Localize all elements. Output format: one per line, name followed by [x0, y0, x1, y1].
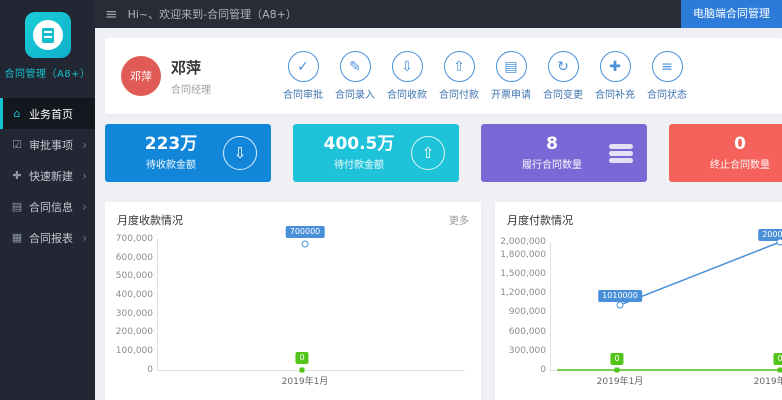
- contract-pay-icon: ⇧: [444, 51, 475, 82]
- sidebar-menu: ⌂ 业务首页 ☑ 审批事项 › ✚ 快速新建 › ▤ 合同信息 › ▦ 合同报表: [0, 98, 95, 253]
- contract-entry-icon: ✎: [340, 51, 371, 82]
- chart-title: 月度收款情况: [117, 212, 183, 228]
- stack-icon: [609, 144, 633, 163]
- contract-approve-icon: ✓: [288, 51, 319, 82]
- stat-card-terminated-contracts: 0 终止合同数量: [669, 124, 782, 182]
- x-axis-label: 2019年1月: [597, 374, 644, 387]
- stat-card-pending-payable: 400.5万 待付款金额 ⇧: [293, 124, 459, 182]
- data-point-label: 0: [773, 353, 782, 365]
- y-tick: 700,000: [111, 234, 153, 244]
- desktop-contract-management-tab[interactable]: 电脑端合同管理: [681, 0, 782, 28]
- charts-row: 月度收款情况 更多 700,000 600,000 500,000 400,00…: [105, 202, 782, 400]
- monthly-payments-chart: 月度付款情况 更多 2,000,000 1,800,000 1,500,000 …: [495, 202, 782, 400]
- action-contract-entry[interactable]: ✎ 合同录入: [329, 51, 381, 101]
- quick-actions: ✓ 合同审批 ✎ 合同录入 ⇩ 合同收款 ⇧ 合同付款: [277, 51, 693, 101]
- app-logo-icon: [25, 12, 71, 58]
- receive-circle-icon: ⇩: [223, 136, 257, 170]
- greeting-text: Hi~、欢迎来到-合同管理（A8+）: [128, 6, 297, 22]
- x-axis-label: 2019年2月: [754, 374, 782, 387]
- sidebar-item-label: 合同报表: [29, 230, 82, 246]
- y-tick: 600,000: [111, 253, 153, 263]
- action-contract-receive[interactable]: ⇩ 合同收款: [381, 51, 433, 101]
- user-role: 合同经理: [171, 81, 249, 96]
- data-point-marker: [777, 239, 782, 246]
- sidebar-item-contract-reports[interactable]: ▦ 合同报表 ›: [0, 222, 95, 253]
- app-logo: 合同管理（A8+）: [0, 0, 95, 86]
- plus-icon: ✚: [10, 169, 24, 182]
- stats-row: 223万 待收款金额 ⇩ 400.5万 待付款金额 ⇧ 8 履行合同数量: [105, 124, 782, 182]
- home-icon: ⌂: [10, 107, 24, 120]
- user-name: 邓萍: [171, 57, 249, 78]
- data-point-label: 0: [295, 352, 308, 364]
- app-logo-label: 合同管理（A8+）: [0, 65, 95, 80]
- data-point-marker: [300, 368, 305, 373]
- sidebar-item-label: 合同信息: [29, 199, 82, 215]
- sidebar-item-contract-info[interactable]: ▤ 合同信息 ›: [0, 191, 95, 222]
- main-area: ≡ Hi~、欢迎来到-合同管理（A8+） 电脑端合同管理 邓萍 邓萍 合同经理 …: [95, 0, 782, 400]
- more-link[interactable]: 更多: [449, 212, 469, 227]
- avatar: 邓萍: [121, 56, 161, 96]
- stat-value: 400.5万: [307, 135, 411, 154]
- data-point-marker: [615, 368, 620, 373]
- chevron-right-icon: ›: [82, 138, 87, 152]
- stat-label: 待收款金额: [119, 156, 223, 171]
- monthly-receipts-chart: 月度收款情况 更多 700,000 600,000 500,000 400,00…: [105, 202, 481, 400]
- action-contract-supplement[interactable]: ✚ 合同补充: [589, 51, 641, 101]
- stat-label: 终止合同数量: [683, 156, 782, 171]
- pay-circle-icon: ⇧: [411, 136, 445, 170]
- data-point-marker: [617, 302, 624, 309]
- y-tick: 400,000: [111, 290, 153, 300]
- hamburger-menu-icon[interactable]: ≡: [95, 5, 128, 23]
- chevron-right-icon: ›: [82, 169, 87, 183]
- sidebar-item-quick-create[interactable]: ✚ 快速新建 ›: [0, 160, 95, 191]
- action-contract-pay[interactable]: ⇧ 合同付款: [433, 51, 485, 101]
- contract-status-icon: ≡: [652, 51, 683, 82]
- data-point-label: 0: [610, 353, 623, 365]
- y-tick: 500,000: [111, 271, 153, 281]
- stat-card-pending-receivable: 223万 待收款金额 ⇩: [105, 124, 271, 182]
- approval-icon: ☑: [10, 138, 24, 151]
- contract-change-icon: ↻: [548, 51, 579, 82]
- data-point-marker: [302, 241, 309, 248]
- action-invoice-request[interactable]: ▤ 开票申请: [485, 51, 537, 101]
- sidebar-item-label: 快速新建: [29, 168, 82, 184]
- stat-label: 待付款金额: [307, 156, 411, 171]
- sidebar-item-label: 业务首页: [29, 106, 87, 122]
- data-point-label: 1010000: [598, 290, 642, 302]
- sidebar-item-business-home[interactable]: ⌂ 业务首页: [0, 98, 95, 129]
- invoice-request-icon: ▤: [496, 51, 527, 82]
- stat-card-active-contracts: 8 履行合同数量: [481, 124, 647, 182]
- y-tick: 0: [111, 365, 153, 375]
- stat-label: 履行合同数量: [495, 156, 609, 171]
- contract-supplement-icon: ✚: [600, 51, 631, 82]
- contract-doc-icon: [42, 28, 54, 43]
- sidebar-item-approvals[interactable]: ☑ 审批事项 ›: [0, 129, 95, 160]
- chevron-right-icon: ›: [82, 231, 87, 245]
- user-card: 邓萍 邓萍 合同经理 ✓ 合同审批 ✎ 合同录入 ⇩: [105, 38, 782, 114]
- x-axis-line: [157, 370, 465, 371]
- report-icon: ▦: [10, 231, 24, 244]
- x-axis-label: 2019年1月: [282, 374, 329, 387]
- y-tick: 100,000: [111, 346, 153, 356]
- stat-value: 0: [683, 135, 782, 154]
- action-contract-status[interactable]: ≡ 合同状态: [641, 51, 693, 101]
- dashboard-content: 邓萍 邓萍 合同经理 ✓ 合同审批 ✎ 合同录入 ⇩: [95, 28, 782, 400]
- data-point-label: 700000: [286, 226, 325, 238]
- stat-value: 223万: [119, 135, 223, 154]
- sidebar: 合同管理（A8+） ⌂ 业务首页 ☑ 审批事项 › ✚ 快速新建 › ▤ 合同信…: [0, 0, 95, 400]
- data-point-marker: [778, 368, 782, 373]
- action-contract-change[interactable]: ↻ 合同变更: [537, 51, 589, 101]
- app-window: 合同管理（A8+） ⌂ 业务首页 ☑ 审批事项 › ✚ 快速新建 › ▤ 合同信…: [0, 0, 782, 400]
- y-tick: 300,000: [111, 309, 153, 319]
- chevron-right-icon: ›: [82, 200, 87, 214]
- document-icon: ▤: [10, 200, 24, 213]
- y-tick: 200,000: [111, 327, 153, 337]
- action-contract-approve[interactable]: ✓ 合同审批: [277, 51, 329, 101]
- contract-receive-icon: ⇩: [392, 51, 423, 82]
- sidebar-item-label: 审批事项: [29, 137, 82, 153]
- topbar: ≡ Hi~、欢迎来到-合同管理（A8+） 电脑端合同管理: [95, 0, 782, 28]
- stat-value: 8: [495, 135, 609, 154]
- y-axis-line: [157, 238, 158, 370]
